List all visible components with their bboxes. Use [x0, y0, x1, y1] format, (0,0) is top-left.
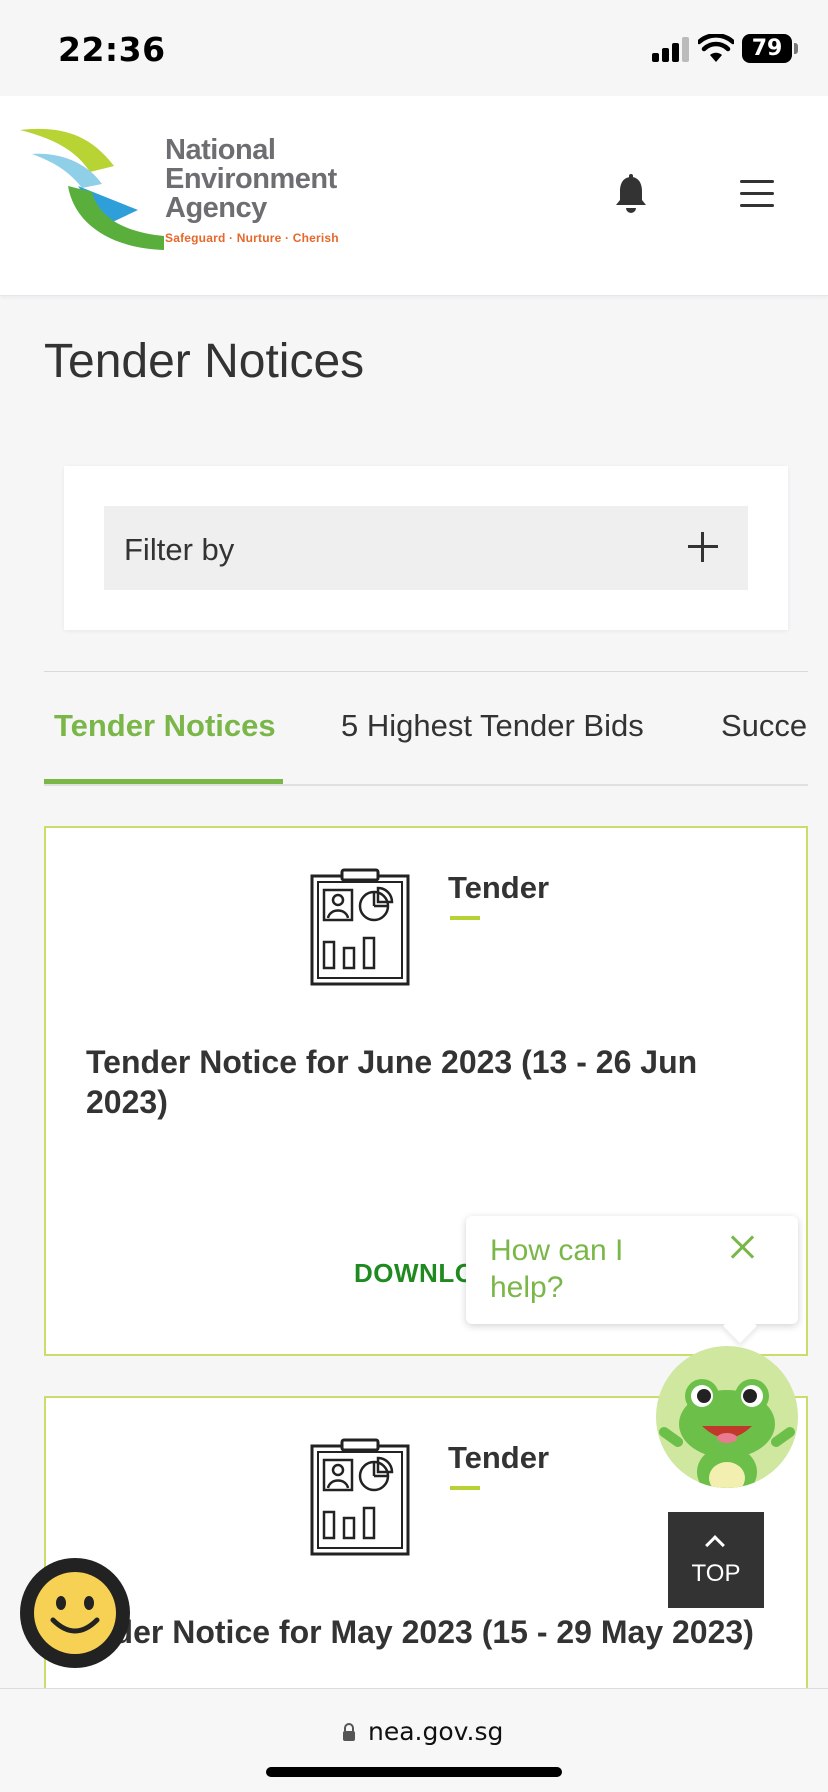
close-icon[interactable]	[730, 1234, 756, 1260]
card-category: Tender	[448, 870, 550, 905]
url-text[interactable]: nea.gov.sg	[368, 1717, 503, 1746]
logo-line-2: Environment	[165, 163, 337, 195]
back-to-top-label: TOP	[691, 1560, 741, 1587]
back-to-top-button[interactable]: TOP	[668, 1512, 764, 1608]
filter-label: Filter by	[124, 532, 235, 567]
download-link[interactable]: DOWNLO	[354, 1258, 475, 1289]
feedback-smiley-button[interactable]	[20, 1558, 130, 1668]
cellular-signal-icon	[652, 36, 690, 62]
page-title: Tender Notices	[44, 335, 365, 388]
card-category: Tender	[448, 1440, 550, 1475]
plus-icon	[688, 532, 718, 562]
browser-url-bar[interactable]: nea.gov.sg	[0, 1688, 828, 1792]
chevron-up-icon	[705, 1535, 725, 1555]
chat-prompt-text: How can I help?	[490, 1234, 624, 1304]
status-bar: 22:36 79	[0, 0, 828, 96]
frog-mascot-chatbot-icon[interactable]	[656, 1346, 798, 1488]
active-tab-indicator	[44, 779, 283, 784]
site-header: National Environment Agency Safeguard · …	[0, 96, 828, 296]
card-title[interactable]: Tender Notice for June 2023 (13 - 26 Jun…	[86, 1042, 746, 1122]
logo-tagline: Safeguard · Nurture · Cherish	[165, 231, 339, 245]
logo-line-1: National	[165, 134, 276, 166]
category-underline	[450, 916, 480, 920]
logo-line-3: Agency	[165, 192, 267, 224]
wifi-icon	[698, 34, 734, 62]
tab-bar: Tender Notices 5 Highest Tender Bids Suc…	[44, 671, 808, 786]
clipboard-report-icon	[310, 1438, 410, 1556]
clipboard-report-icon	[310, 868, 410, 986]
home-indicator	[266, 1767, 562, 1777]
lock-icon	[343, 1723, 355, 1741]
bell-icon[interactable]	[614, 174, 648, 214]
filter-toggle[interactable]: Filter by	[104, 506, 748, 590]
hamburger-menu-icon[interactable]	[740, 180, 774, 208]
tab-successful[interactable]: Succe	[721, 708, 807, 744]
logo-text: National Environment Agency Safeguard · …	[165, 134, 339, 246]
nea-logo-icon[interactable]	[18, 126, 168, 254]
tab-highest-tender-bids[interactable]: 5 Highest Tender Bids	[341, 708, 644, 744]
card-title[interactable]: nder Notice for May 2023 (15 - 29 May 20…	[94, 1612, 754, 1652]
battery-cap	[794, 43, 798, 54]
smiley-face-icon	[34, 1572, 116, 1654]
tab-tender-notices[interactable]: Tender Notices	[54, 708, 276, 744]
category-underline	[450, 1486, 480, 1490]
status-time: 22:36	[58, 30, 166, 69]
chat-prompt-bubble[interactable]: How can I help?	[466, 1216, 798, 1324]
filter-card: Filter by	[64, 466, 788, 630]
battery-icon: 79	[742, 34, 792, 63]
